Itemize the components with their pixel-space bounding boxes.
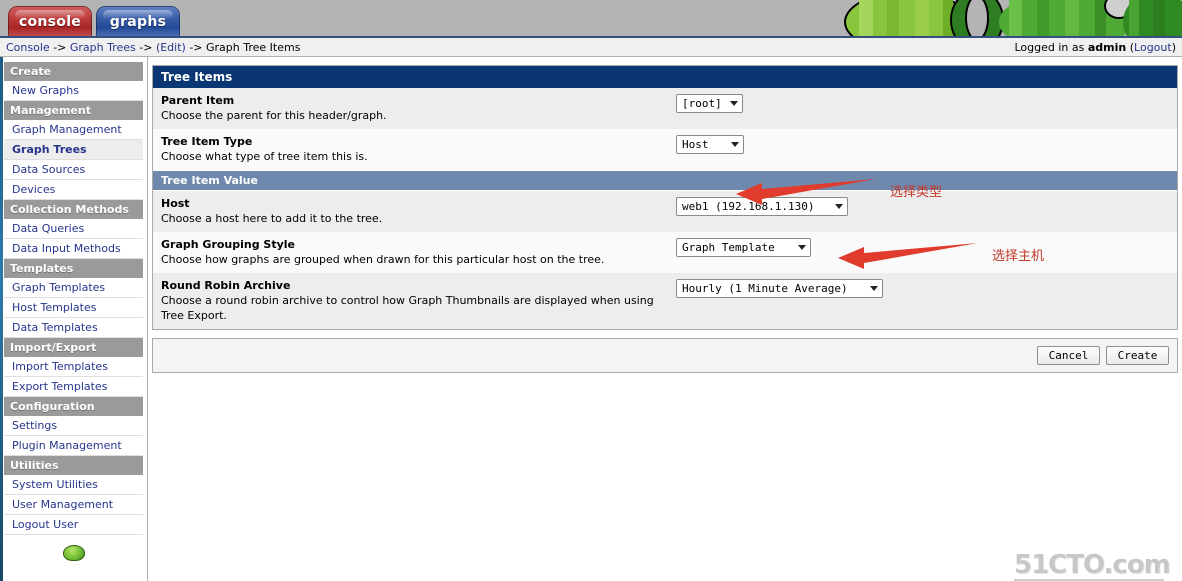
logout-link[interactable]: Logout	[1134, 41, 1172, 54]
graph-grouping-style-select[interactable]: Graph Template	[676, 238, 811, 257]
logged-in-user: admin	[1087, 40, 1127, 54]
annotation-label-select-type: 选择类型	[890, 185, 943, 200]
parent-item-label: Parent Item	[161, 94, 235, 107]
sidebar-item-logout-user[interactable]: Logout User	[4, 515, 143, 535]
sidebar-item-data-input-methods[interactable]: Data Input Methods	[4, 239, 143, 259]
form-row-tree-item-type: Tree Item Type Choose what type of tree …	[153, 129, 1177, 170]
parent-item-value: [root]	[682, 97, 722, 110]
page-body: Create New Graphs Management Graph Manag…	[0, 57, 1182, 581]
round-robin-archive-text: Round Robin Archive Choose a round robin…	[161, 278, 676, 323]
tree-item-type-text: Tree Item Type Choose what type of tree …	[161, 134, 676, 164]
sidebar-item-import-templates[interactable]: Import Templates	[4, 357, 143, 377]
create-button[interactable]: Create	[1106, 346, 1169, 365]
graph-grouping-style-label: Graph Grouping Style	[161, 238, 296, 251]
sidebar-item-user-management[interactable]: User Management	[4, 495, 143, 515]
session-info: Logged in as admin (Logout)	[1014, 41, 1176, 54]
watermark: 51CTO.com 技术博客 Blog	[1014, 550, 1171, 581]
sidebar-item-host-templates[interactable]: Host Templates	[4, 298, 143, 318]
cacti-banner-artwork	[797, 0, 1182, 36]
breadcrumb-edit[interactable]: (Edit)	[156, 41, 186, 54]
sidebar-item-graph-templates[interactable]: Graph Templates	[4, 278, 143, 298]
sidebar-item-plugin-management[interactable]: Plugin Management	[4, 436, 143, 456]
nav-header-utilities: Utilities	[4, 456, 143, 475]
tree-item-value-section-header: Tree Item Value	[153, 170, 1177, 191]
nav-header-management: Management	[4, 101, 143, 120]
chevron-down-icon	[870, 286, 878, 291]
tab-graphs-label: graphs	[109, 13, 167, 30]
logged-in-prefix: Logged in as	[1014, 40, 1085, 54]
host-text: Host Choose a host here to add it to the…	[161, 196, 676, 226]
sidebar-item-system-utilities[interactable]: System Utilities	[4, 475, 143, 495]
breadcrumb-current: Graph Tree Items	[206, 40, 301, 54]
host-label: Host	[161, 197, 190, 210]
annotation-arrow-host	[838, 243, 978, 269]
tree-item-type-label: Tree Item Type	[161, 135, 253, 148]
tree-item-type-description: Choose what type of tree item this is.	[161, 150, 368, 163]
nav-header-create: Create	[4, 62, 143, 81]
nav-header-import-export: Import/Export	[4, 338, 143, 357]
tree-item-type-select[interactable]: Host	[676, 135, 744, 154]
logout-paren-close: )	[1171, 40, 1176, 54]
sidebar-item-data-templates[interactable]: Data Templates	[4, 318, 143, 338]
page-title: Tree Items	[153, 66, 1177, 88]
tree-items-panel: Tree Items Parent Item Choose the parent…	[152, 65, 1178, 330]
form-row-round-robin-archive: Round Robin Archive Choose a round robin…	[153, 273, 1177, 329]
form-action-bar: Cancel Create	[152, 338, 1178, 373]
round-robin-archive-description: Choose a round robin archive to control …	[161, 294, 654, 322]
sidebar-item-data-sources[interactable]: Data Sources	[4, 160, 143, 180]
tab-console-label: console	[18, 13, 82, 30]
sidebar-navigation: Create New Graphs Management Graph Manag…	[0, 57, 148, 581]
graph-grouping-style-value: Graph Template	[682, 241, 775, 254]
chevron-down-icon	[729, 101, 738, 106]
sidebar-item-graph-trees[interactable]: Graph Trees	[4, 140, 143, 160]
chevron-down-icon	[798, 245, 806, 250]
parent-item-description: Choose the parent for this header/graph.	[161, 109, 387, 122]
breadcrumb-graph-trees[interactable]: Graph Trees	[70, 41, 136, 54]
nav-header-templates: Templates	[4, 259, 143, 278]
round-robin-archive-control: Hourly (1 Minute Average)	[676, 278, 1169, 298]
breadcrumb-separator-3: ->	[189, 40, 203, 54]
sidebar-item-export-templates[interactable]: Export Templates	[4, 377, 143, 397]
graph-grouping-style-text: Graph Grouping Style Choose how graphs a…	[161, 237, 676, 267]
tab-console[interactable]: console	[8, 6, 92, 36]
sidebar-item-graph-management[interactable]: Graph Management	[4, 120, 143, 140]
round-robin-archive-value: Hourly (1 Minute Average)	[682, 282, 848, 295]
form-row-host: Host Choose a host here to add it to the…	[153, 191, 1177, 232]
annotation-arrow-tree-item-type	[736, 179, 876, 205]
breadcrumb-bar: Console -> Graph Trees -> (Edit) -> Grap…	[0, 36, 1182, 57]
tree-item-type-value: Host	[682, 138, 709, 151]
app-banner: console graphs	[0, 0, 1182, 36]
main-content: Tree Items Parent Item Choose the parent…	[148, 57, 1182, 581]
breadcrumb-separator-2: ->	[139, 40, 153, 54]
tree-item-type-control: Host	[676, 134, 1169, 154]
parent-item-control: [root]	[676, 93, 1169, 113]
graph-grouping-style-description: Choose how graphs are grouped when drawn…	[161, 253, 605, 266]
parent-item-select[interactable]: [root]	[676, 94, 743, 113]
nav-header-collection-methods: Collection Methods	[4, 200, 143, 219]
form-row-parent-item: Parent Item Choose the parent for this h…	[153, 88, 1177, 129]
annotation-label-select-host: 选择主机	[992, 249, 1045, 264]
breadcrumb-console[interactable]: Console	[6, 41, 50, 54]
chevron-down-icon	[731, 142, 739, 147]
sidebar-item-new-graphs[interactable]: New Graphs	[4, 81, 143, 101]
round-robin-archive-label: Round Robin Archive	[161, 279, 291, 292]
tab-graphs[interactable]: graphs	[96, 6, 180, 36]
cancel-button[interactable]: Cancel	[1037, 346, 1100, 365]
nav-header-configuration: Configuration	[4, 397, 143, 416]
parent-item-text: Parent Item Choose the parent for this h…	[161, 93, 676, 123]
host-description: Choose a host here to add it to the tree…	[161, 212, 383, 225]
breadcrumb-separator-1: ->	[53, 40, 67, 54]
sidebar-item-devices[interactable]: Devices	[4, 180, 143, 200]
sidebar-item-settings[interactable]: Settings	[4, 416, 143, 436]
cacti-logo-icon	[62, 545, 85, 561]
round-robin-archive-select[interactable]: Hourly (1 Minute Average)	[676, 279, 883, 298]
sidebar-item-data-queries[interactable]: Data Queries	[4, 219, 143, 239]
breadcrumb: Console -> Graph Trees -> (Edit) -> Grap…	[6, 41, 300, 54]
watermark-site: 51CTO.com	[1014, 550, 1171, 580]
main-tab-bar[interactable]: console graphs	[8, 6, 180, 36]
